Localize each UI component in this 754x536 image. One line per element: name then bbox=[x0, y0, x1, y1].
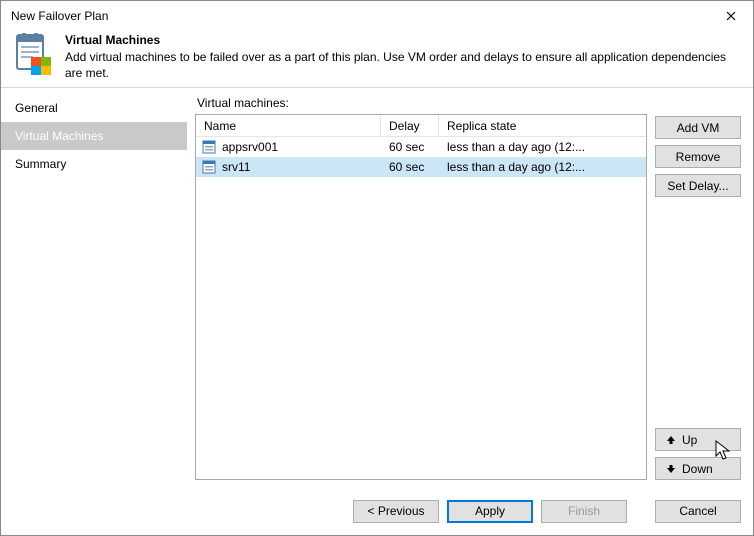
cell-delay: 60 sec bbox=[381, 160, 439, 174]
set-delay-button[interactable]: Set Delay... bbox=[655, 174, 741, 197]
vm-icon bbox=[202, 140, 216, 154]
cancel-button[interactable]: Cancel bbox=[655, 500, 741, 523]
table-header: Name Delay Replica state bbox=[196, 115, 646, 137]
step-sidebar: General Virtual Machines Summary bbox=[1, 88, 187, 488]
move-down-button[interactable]: Down bbox=[655, 457, 741, 480]
up-label: Up bbox=[682, 433, 697, 447]
wizard-footer: < Previous Apply Finish Cancel bbox=[1, 488, 753, 534]
remove-button[interactable]: Remove bbox=[655, 145, 741, 168]
previous-button[interactable]: < Previous bbox=[353, 500, 439, 523]
add-vm-button[interactable]: Add VM bbox=[655, 116, 741, 139]
action-buttons: Add VM Remove Set Delay... Up Down bbox=[655, 94, 741, 480]
sidebar-item-summary[interactable]: Summary bbox=[1, 150, 187, 178]
sidebar-item-virtual-machines[interactable]: Virtual Machines bbox=[1, 122, 187, 150]
table-row[interactable]: appsrv001 60 sec less than a day ago (12… bbox=[196, 137, 646, 157]
vm-table-area: Virtual machines: Name Delay Replica sta… bbox=[195, 94, 647, 480]
apply-button[interactable]: Apply bbox=[447, 500, 533, 523]
cell-state: less than a day ago (12:... bbox=[439, 160, 646, 174]
title-bar: New Failover Plan bbox=[1, 1, 753, 31]
table-row[interactable]: srv11 60 sec less than a day ago (12:... bbox=[196, 157, 646, 177]
table-label: Virtual machines: bbox=[197, 96, 647, 110]
table-body: appsrv001 60 sec less than a day ago (12… bbox=[196, 137, 646, 479]
header-heading: Virtual Machines bbox=[65, 33, 743, 47]
vm-icon bbox=[202, 160, 216, 174]
cell-name: srv11 bbox=[222, 160, 250, 174]
column-delay[interactable]: Delay bbox=[381, 115, 439, 136]
column-name[interactable]: Name bbox=[196, 115, 381, 136]
wizard-body: General Virtual Machines Summary Virtual… bbox=[1, 88, 753, 488]
main-panel: Virtual machines: Name Delay Replica sta… bbox=[187, 88, 753, 488]
cell-delay: 60 sec bbox=[381, 140, 439, 154]
arrow-down-icon bbox=[666, 464, 676, 474]
close-icon bbox=[726, 11, 736, 21]
cell-state: less than a day ago (12:... bbox=[439, 140, 646, 154]
cell-name: appsrv001 bbox=[222, 140, 278, 154]
header-subheading: Add virtual machines to be failed over a… bbox=[65, 49, 743, 81]
vm-table: Name Delay Replica state a bbox=[195, 114, 647, 480]
column-replica-state[interactable]: Replica state bbox=[439, 115, 646, 136]
close-button[interactable] bbox=[709, 1, 753, 31]
arrow-up-icon bbox=[666, 435, 676, 445]
finish-button: Finish bbox=[541, 500, 627, 523]
wizard-icon bbox=[11, 33, 55, 80]
window-title: New Failover Plan bbox=[11, 9, 709, 23]
move-up-button[interactable]: Up bbox=[655, 428, 741, 451]
down-label: Down bbox=[682, 462, 713, 476]
wizard-header: Virtual Machines Add virtual machines to… bbox=[1, 31, 753, 87]
sidebar-item-general[interactable]: General bbox=[1, 94, 187, 122]
